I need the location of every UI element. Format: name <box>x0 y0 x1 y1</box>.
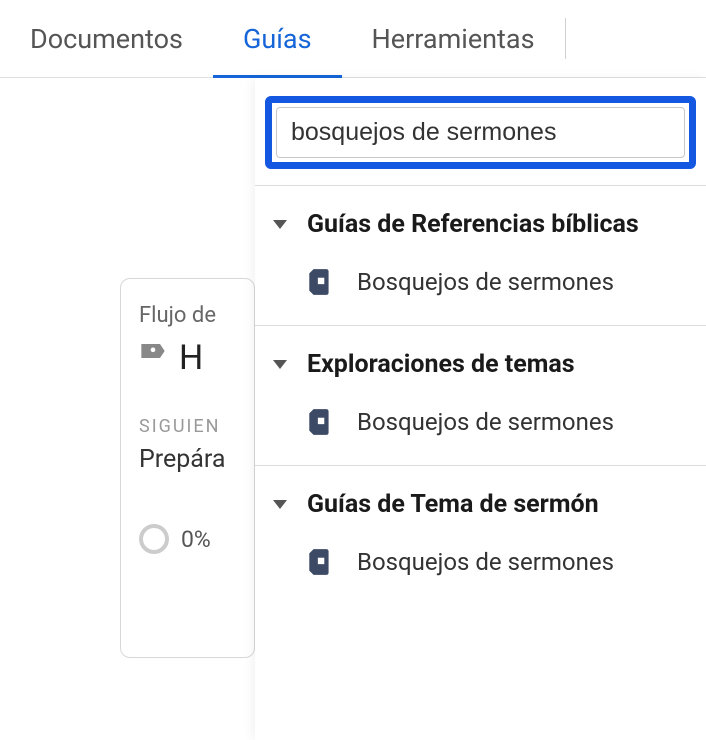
progress-circle-icon <box>139 524 169 554</box>
section-title: Guías de Tema de sermón <box>307 490 599 519</box>
workflow-card[interactable]: Flujo de H SIGUIEN Prepára 0% <box>120 278 255 658</box>
card-title: H <box>179 338 203 378</box>
tab-documents[interactable]: Documentos <box>0 0 213 77</box>
section-header[interactable]: Exploraciones de temas <box>255 350 706 401</box>
tab-divider <box>565 18 566 59</box>
section-header[interactable]: Guías de Tema de sermón <box>255 490 706 541</box>
card-subheading: SIGUIEN <box>139 416 236 437</box>
section-item[interactable]: Bosquejos de sermones <box>255 541 706 577</box>
section-bible-reference-guides: Guías de Referencias bíblicas Bosquejos … <box>255 186 706 325</box>
section-header[interactable]: Guías de Referencias bíblicas <box>255 210 706 261</box>
section-title: Guías de Referencias bíblicas <box>307 210 639 239</box>
guides-panel: Guías de Referencias bíblicas Bosquejos … <box>255 78 706 740</box>
main-area: s Ap Flujo de H SIGUIEN Prepára 0% <box>0 78 706 740</box>
tab-bar: Documentos Guías Herramientas <box>0 0 706 78</box>
section-item-label: Bosquejos de sermones <box>357 548 614 576</box>
card-title-row: H <box>139 338 236 378</box>
progress-percent: 0% <box>181 526 211 553</box>
search-input[interactable] <box>276 107 685 158</box>
chevron-down-icon <box>273 500 287 509</box>
search-wrap <box>255 78 706 185</box>
guide-icon <box>307 547 333 577</box>
guide-icon <box>307 267 333 297</box>
tab-guides[interactable]: Guías <box>213 0 342 77</box>
section-item[interactable]: Bosquejos de sermones <box>255 401 706 437</box>
chevron-down-icon <box>273 360 287 369</box>
chevron-down-icon <box>273 220 287 229</box>
background-workspace: s Ap Flujo de H SIGUIEN Prepára 0% <box>0 78 255 740</box>
search-highlight <box>265 96 696 169</box>
tab-tools[interactable]: Herramientas <box>342 0 565 77</box>
bookmark-tag-icon <box>139 341 167 375</box>
section-sermon-topic-guides: Guías de Tema de sermón Bosquejos de ser… <box>255 466 706 605</box>
section-item[interactable]: Bosquejos de sermones <box>255 261 706 297</box>
section-topic-explorations: Exploraciones de temas Bosquejos de serm… <box>255 326 706 465</box>
section-item-label: Bosquejos de sermones <box>357 408 614 436</box>
card-label: Flujo de <box>139 303 236 328</box>
progress-row: 0% <box>139 524 236 554</box>
guide-icon <box>307 407 333 437</box>
card-body-text: Prepára <box>139 445 236 474</box>
section-title: Exploraciones de temas <box>307 350 575 379</box>
section-item-label: Bosquejos de sermones <box>357 268 614 296</box>
